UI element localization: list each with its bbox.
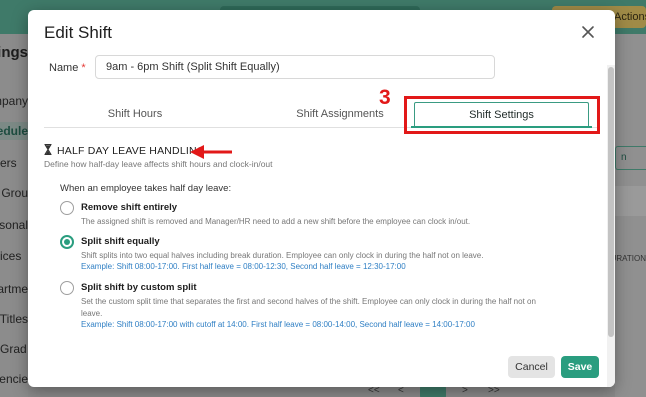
hourglass-icon xyxy=(44,143,52,156)
option-split-equally[interactable]: Split shift equally Shift splits into tw… xyxy=(60,235,580,275)
radio-custom-split[interactable] xyxy=(60,281,74,295)
sidebar-item-active[interactable]: edule xyxy=(0,122,28,140)
sidebar-item[interactable]: partme xyxy=(0,282,28,296)
annotation-highlight-box xyxy=(404,96,600,134)
sidebar-heading: ttings xyxy=(0,44,28,61)
option-title: Split shift by custom split xyxy=(81,282,197,293)
dialog-scrollbar[interactable] xyxy=(607,65,615,387)
option-example: Example: Shift 08:00-17:00. First half l… xyxy=(81,262,406,271)
section-title: HALF DAY LEAVE HANDLING xyxy=(44,143,206,157)
close-icon[interactable] xyxy=(580,24,596,40)
option-description: The assigned shift is removed and Manage… xyxy=(81,217,471,226)
sidebar-item[interactable]: rrencie xyxy=(0,372,28,386)
app-right-panel: n URATION xyxy=(615,34,646,397)
app-sidebar: ttings ompany edule ers er Grou rsonal i… xyxy=(0,34,28,397)
required-mark: * xyxy=(81,62,86,74)
annotation-step-number: 3 xyxy=(379,86,391,109)
right-panel-button[interactable]: n xyxy=(615,146,646,170)
half-day-question: When an employee takes half day leave: xyxy=(60,183,232,194)
edit-shift-dialog: Edit Shift Name * Shift Hours Shift Assi… xyxy=(28,10,615,387)
sidebar-item[interactable]: rsonal xyxy=(0,218,28,232)
right-panel-band xyxy=(615,186,646,216)
name-label: Name * xyxy=(49,62,86,74)
right-column-header: URATION xyxy=(615,254,646,263)
cancel-button[interactable]: Cancel xyxy=(508,356,555,378)
section-title-text: HALF DAY LEAVE HANDLING xyxy=(57,145,206,157)
option-title: Split shift equally xyxy=(81,236,160,247)
scrollbar-thumb[interactable] xyxy=(608,67,614,337)
save-button[interactable]: Save xyxy=(561,356,599,378)
option-title: Remove shift entirely xyxy=(81,202,178,213)
sidebar-item[interactable]: ompany xyxy=(0,94,28,108)
sidebar-item[interactable]: b Titles xyxy=(0,312,28,326)
radio-split-equally[interactable] xyxy=(60,235,74,249)
sidebar-item[interactable]: ers xyxy=(0,156,28,170)
tab-shift-assignments[interactable]: Shift Assignments xyxy=(262,102,418,128)
shift-name-input[interactable] xyxy=(95,55,495,79)
option-description: Shift splits into two equal halves inclu… xyxy=(81,251,484,260)
option-description: Set the custom split time that separates… xyxy=(81,297,536,318)
radio-remove-shift[interactable] xyxy=(60,201,74,215)
annotation-arrow-icon xyxy=(188,144,232,160)
option-remove-shift[interactable]: Remove shift entirely The assigned shift… xyxy=(60,201,580,231)
tab-shift-hours[interactable]: Shift Hours xyxy=(87,102,183,128)
sidebar-item[interactable]: Grad xyxy=(0,342,28,356)
sidebar-item[interactable]: er Grou xyxy=(0,186,28,200)
name-label-text: Name xyxy=(49,62,79,74)
sidebar-item[interactable]: ices xyxy=(0,249,28,263)
option-custom-split[interactable]: Split shift by custom split Set the cust… xyxy=(60,281,580,333)
dialog-title: Edit Shift xyxy=(44,23,113,42)
section-description: Define how half-day leave affects shift … xyxy=(44,159,273,169)
option-example: Example: Shift 08:00-17:00 with cutoff a… xyxy=(81,320,475,329)
